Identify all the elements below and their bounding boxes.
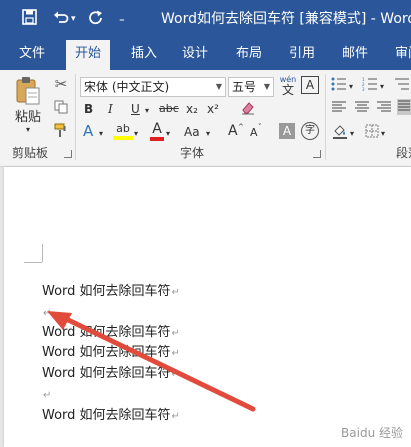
align-left-icon[interactable] bbox=[332, 101, 347, 117]
strikethrough-button[interactable]: abc bbox=[159, 101, 179, 117]
align-right-icon[interactable] bbox=[377, 101, 392, 117]
text-effects-button[interactable]: A bbox=[83, 123, 93, 139]
shrink-font-button[interactable]: A bbox=[250, 125, 258, 141]
title-bar: ▾ ₌ Word如何去除回车符 [兼容模式] - Word bbox=[0, 0, 411, 38]
undo-icon[interactable] bbox=[53, 9, 69, 30]
italic-button[interactable]: I bbox=[108, 101, 113, 117]
chevron-down-icon[interactable]: ▾ bbox=[381, 126, 385, 142]
redo-icon[interactable] bbox=[88, 9, 104, 30]
numbering-icon[interactable]: 123 bbox=[362, 77, 378, 95]
shading-icon[interactable] bbox=[332, 123, 348, 143]
font-name-value: 宋体 (中文正文) bbox=[84, 80, 170, 94]
chevron-down-icon[interactable]: ▾ bbox=[99, 126, 103, 142]
svg-text:3: 3 bbox=[362, 87, 365, 91]
tab-insert[interactable]: 插入 bbox=[131, 46, 157, 62]
tab-review[interactable]: 审阅 bbox=[395, 46, 411, 62]
word-window: ▾ ₌ Word如何去除回车符 [兼容模式] - Word 文件 开始 插入 设… bbox=[0, 0, 411, 447]
chevron-down-icon[interactable]: ▾ bbox=[380, 79, 384, 95]
chevron-down-icon: ▼ bbox=[263, 82, 270, 91]
ribbon-home: 粘贴 ▾ ✂ 剪贴板 宋体 (中文正文) ▼ 五号 ▼ wén 文 A B I U… bbox=[0, 70, 411, 167]
change-case-button[interactable]: Aa bbox=[184, 124, 200, 140]
format-painter-icon[interactable] bbox=[53, 123, 69, 141]
multilevel-list-icon[interactable] bbox=[394, 77, 410, 95]
ribbon-tabs: 文件 开始 插入 设计 布局 引用 邮件 审阅 bbox=[0, 38, 411, 70]
window-title: Word如何去除回车符 [兼容模式] - Word bbox=[161, 11, 411, 27]
watermark-text: Baidu 经验 bbox=[341, 426, 403, 440]
font-group-label: 字体 bbox=[180, 146, 205, 160]
tab-file[interactable]: 文件 bbox=[19, 46, 45, 62]
customize-toolbar-icon[interactable]: ₌ bbox=[119, 9, 125, 29]
align-center-icon[interactable] bbox=[355, 101, 370, 117]
bold-button[interactable]: B bbox=[84, 101, 93, 117]
save-icon[interactable] bbox=[22, 9, 37, 30]
document-canvas: Word 如何去除回车符↵ ↵ Word 如何去除回车符↵ Word 如何去除回车符↵… bbox=[0, 167, 411, 447]
bullets-icon[interactable] bbox=[331, 77, 347, 95]
enclosed-character-button[interactable]: 字 bbox=[301, 122, 319, 140]
chevron-down-icon[interactable]: ▾ bbox=[350, 126, 354, 142]
group-divider bbox=[75, 74, 76, 160]
enclose-characters-button[interactable]: A bbox=[301, 76, 319, 94]
tab-design[interactable]: 设计 bbox=[182, 46, 208, 62]
tab-layout[interactable]: 布局 bbox=[236, 46, 262, 62]
highlight-button[interactable]: ab bbox=[113, 122, 133, 140]
superscript-button[interactable]: x² bbox=[207, 101, 219, 117]
paste-icon bbox=[16, 77, 40, 105]
underline-button[interactable]: U bbox=[131, 101, 140, 117]
clipboard-group-label: 剪贴板 bbox=[12, 146, 49, 160]
red-arrow-annotation bbox=[47, 311, 256, 412]
clear-formatting-icon[interactable] bbox=[240, 100, 256, 120]
paragraph-group-label: 段落 bbox=[396, 146, 411, 160]
chevron-down-icon[interactable]: ▾ bbox=[134, 126, 138, 142]
caret-down-icon: ˅ bbox=[258, 123, 262, 131]
font-color-button[interactable]: A bbox=[150, 122, 164, 141]
chevron-down-icon[interactable]: ▾ bbox=[166, 126, 170, 142]
justify-icon[interactable] bbox=[397, 99, 411, 115]
chevron-down-icon[interactable]: ▾ bbox=[145, 103, 149, 119]
paste-button[interactable]: 粘贴 ▾ bbox=[10, 76, 46, 134]
font-size-select[interactable]: 五号 ▼ bbox=[228, 77, 274, 97]
tab-home[interactable]: 开始 bbox=[66, 40, 111, 70]
character-shading-button[interactable]: A bbox=[279, 123, 295, 139]
undo-dropdown-icon[interactable]: ▾ bbox=[71, 9, 76, 29]
subscript-button[interactable]: x₂ bbox=[186, 101, 198, 117]
caret-up-icon: ^ bbox=[238, 123, 244, 131]
copy-icon[interactable] bbox=[53, 100, 69, 118]
tab-mailings[interactable]: 邮件 bbox=[342, 46, 368, 62]
clipboard-launcher-icon[interactable] bbox=[64, 150, 72, 158]
chevron-down-icon[interactable]: ▾ bbox=[206, 126, 210, 142]
grow-font-button[interactable]: A bbox=[228, 123, 238, 139]
tab-references[interactable]: 引用 bbox=[289, 46, 315, 62]
paste-dropdown-icon[interactable]: ▾ bbox=[10, 126, 46, 134]
group-divider bbox=[325, 74, 326, 160]
borders-icon[interactable] bbox=[364, 124, 379, 142]
paste-label: 粘贴 bbox=[14, 110, 41, 125]
font-size-value: 五号 bbox=[232, 80, 257, 94]
chevron-down-icon: ▼ bbox=[215, 82, 222, 91]
cut-icon[interactable]: ✂ bbox=[53, 76, 69, 92]
phonetic-guide-button[interactable]: wén 文 bbox=[278, 75, 298, 97]
chevron-down-icon[interactable]: ▾ bbox=[349, 79, 353, 95]
document-page[interactable]: Word 如何去除回车符↵ ↵ Word 如何去除回车符↵ Word 如何去除回车符↵… bbox=[4, 167, 411, 447]
font-launcher-icon[interactable] bbox=[313, 150, 321, 158]
font-name-select[interactable]: 宋体 (中文正文) ▼ bbox=[80, 77, 226, 97]
